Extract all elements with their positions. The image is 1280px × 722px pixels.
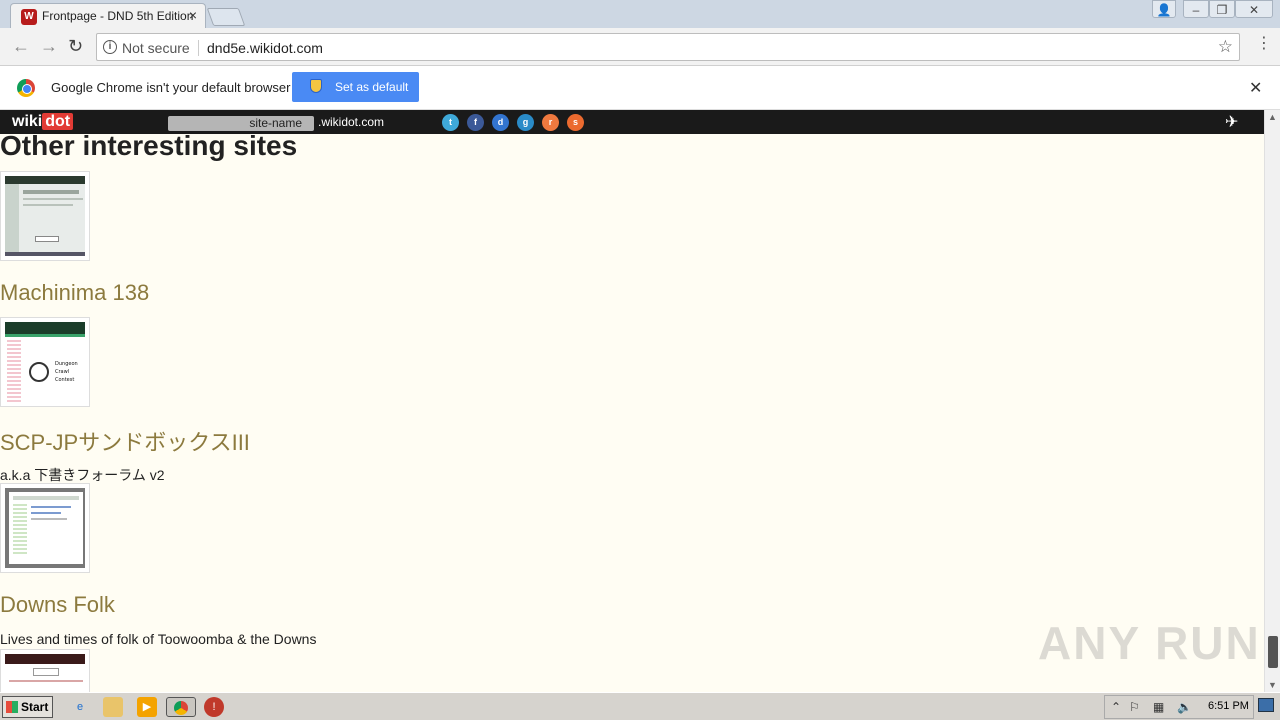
info-icon[interactable]: i [103, 40, 117, 54]
delicious-icon[interactable]: d [492, 114, 509, 131]
scroll-down-icon[interactable]: ▼ [1268, 680, 1277, 690]
security-alert-icon[interactable]: ! [204, 697, 224, 717]
airplane-icon[interactable]: ✈ [1225, 112, 1238, 132]
scroll-up-icon[interactable]: ▲ [1268, 112, 1277, 122]
thumb-crawl-word: Crawl [55, 369, 70, 375]
vertical-scrollbar[interactable]: ▲ ▼ [1264, 110, 1280, 692]
facebook-icon[interactable]: f [467, 114, 484, 131]
wikidot-domain-suffix: .wikidot.com [318, 115, 385, 129]
security-label: Not secure [122, 40, 190, 56]
start-label: Start [21, 700, 49, 714]
site-name-input[interactable]: site-name [168, 116, 314, 131]
action-center-flag-icon[interactable]: ⚐ [1129, 700, 1140, 714]
twitter-icon[interactable]: t [442, 114, 459, 131]
uac-shield-icon [310, 79, 322, 93]
thumb-dungeon-word: Dungeon [55, 361, 78, 367]
site-description-downs-folk: Lives and times of folk of Toowoomba & t… [0, 631, 317, 647]
watermark: ANY RUN [1038, 617, 1261, 669]
site-title-scp-jp[interactable]: SCP-JPサンドボックスIII [0, 425, 250, 457]
media-player-icon[interactable]: ▶ [137, 697, 157, 717]
page-viewport: Other interesting sites Machinima 138 Du… [0, 110, 1280, 692]
tab-title: Frontpage - DND 5th Edition [42, 9, 194, 23]
site-thumbnail-machinima[interactable] [0, 171, 90, 261]
tab-frontpage[interactable]: W Frontpage - DND 5th Edition × [10, 3, 206, 29]
restore-button[interactable]: ❐ [1209, 0, 1235, 18]
taskbar-clock[interactable]: 6:51 PM [1208, 700, 1249, 712]
omnibox-divider [198, 40, 199, 56]
tray-expand-icon[interactable]: ⌃ [1111, 700, 1121, 714]
digg-icon[interactable]: g [517, 114, 534, 131]
windows-taskbar: Start e ▶ ! ⌃ ⚐ ▦ 🔈 6:51 PM [0, 692, 1280, 720]
minimize-button[interactable]: – [1183, 0, 1209, 18]
thumb-contest-word: Contest [55, 377, 75, 383]
site-thumbnail-downs-folk[interactable] [0, 483, 90, 573]
forward-arrow-icon[interactable]: → [40, 36, 58, 56]
network-icon[interactable]: ▦ [1153, 700, 1164, 714]
infobar-message: Google Chrome isn't your default browser [51, 80, 291, 95]
tab-strip: W Frontpage - DND 5th Edition × 👤 – ❐ ✕ [0, 0, 1280, 29]
chrome-taskbar-icon[interactable] [166, 697, 196, 717]
address-bar[interactable]: i Not secure dnd5e.wikidot.com ☆ [96, 33, 1240, 61]
stumbleupon-icon[interactable]: s [567, 114, 584, 131]
wikidot-toolbar: wiki dot site-name .wikidot.com t f d g r… [0, 110, 1264, 134]
new-tab-button[interactable] [206, 8, 246, 26]
browser-toolbar: ← → ↻ i Not secure dnd5e.wikidot.com ☆ ⋮ [0, 28, 1280, 66]
internet-explorer-icon[interactable]: e [70, 697, 90, 717]
reddit-icon[interactable]: r [542, 114, 559, 131]
site-description-scp-jp: a.k.a 下書きフォーラム v2 [0, 467, 165, 483]
volume-icon[interactable]: 🔈 [1177, 700, 1192, 714]
set-as-default-label: Set as default [335, 80, 409, 94]
chrome-logo-icon [17, 79, 35, 97]
chrome-menu-icon[interactable]: ⋮ [1256, 36, 1272, 52]
site-thumbnail-next[interactable] [0, 649, 90, 692]
file-explorer-icon[interactable] [103, 697, 123, 717]
bookmark-star-icon[interactable]: ☆ [1218, 37, 1233, 57]
reload-icon[interactable]: ↻ [68, 36, 83, 56]
wikidot-favicon-icon: W [21, 9, 37, 25]
section-heading: Other interesting sites [0, 130, 298, 161]
show-desktop-button[interactable] [1258, 698, 1274, 712]
site-thumbnail-scp-jp[interactable]: Dungeon Crawl Contest [0, 317, 90, 407]
url-text[interactable]: dnd5e.wikidot.com [207, 40, 323, 56]
default-browser-infobar: Google Chrome isn't your default browser… [0, 66, 1280, 110]
close-window-button[interactable]: ✕ [1235, 0, 1273, 18]
site-title-downs-folk[interactable]: Downs Folk [0, 592, 115, 618]
user-profile-icon[interactable]: 👤 [1152, 0, 1176, 18]
start-button[interactable]: Start [2, 696, 53, 718]
tab-close-icon[interactable]: × [189, 7, 197, 23]
wikidot-logo[interactable]: wiki dot [12, 113, 74, 131]
infobar-close-icon[interactable]: ✕ [1249, 78, 1262, 98]
back-arrow-icon[interactable]: ← [12, 36, 30, 56]
site-title-machinima[interactable]: Machinima 138 [0, 280, 149, 306]
set-as-default-button[interactable]: Set as default [292, 72, 419, 102]
scrollbar-thumb[interactable] [1268, 636, 1278, 668]
windows-flag-icon [6, 701, 18, 713]
